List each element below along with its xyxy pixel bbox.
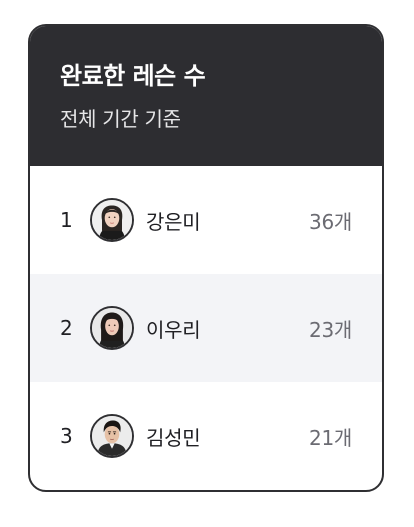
card-subtitle: 전체 기간 기준 (60, 107, 181, 131)
lesson-count: 23개 (309, 317, 352, 342)
ranking-list: 1 강은미 36개 2 이우리 23개 3 김성민 21개 (30, 166, 382, 490)
student-name: 강은미 (146, 209, 201, 234)
list-item[interactable]: 3 김성민 21개 (30, 382, 382, 490)
woman-portrait-icon (90, 198, 134, 242)
card-header: 완료한 레슨 수 전체 기간 기준 (30, 26, 382, 166)
student-name: 김성민 (146, 425, 201, 450)
lesson-count: 21개 (309, 425, 352, 450)
man-portrait-icon (90, 414, 134, 458)
lesson-count: 36개 (309, 209, 352, 234)
rank-number: 3 (60, 424, 73, 448)
rank-number: 2 (60, 316, 73, 340)
student-name: 이우리 (146, 317, 201, 342)
completed-lessons-card: 완료한 레슨 수 전체 기간 기준 1 강은미 36개 2 이우리 23개 3 … (28, 24, 384, 492)
card-title: 완료한 레슨 수 (60, 62, 206, 90)
list-item[interactable]: 2 이우리 23개 (30, 274, 382, 382)
woman-portrait-icon (90, 306, 134, 350)
list-item[interactable]: 1 강은미 36개 (30, 166, 382, 274)
rank-number: 1 (60, 208, 73, 232)
